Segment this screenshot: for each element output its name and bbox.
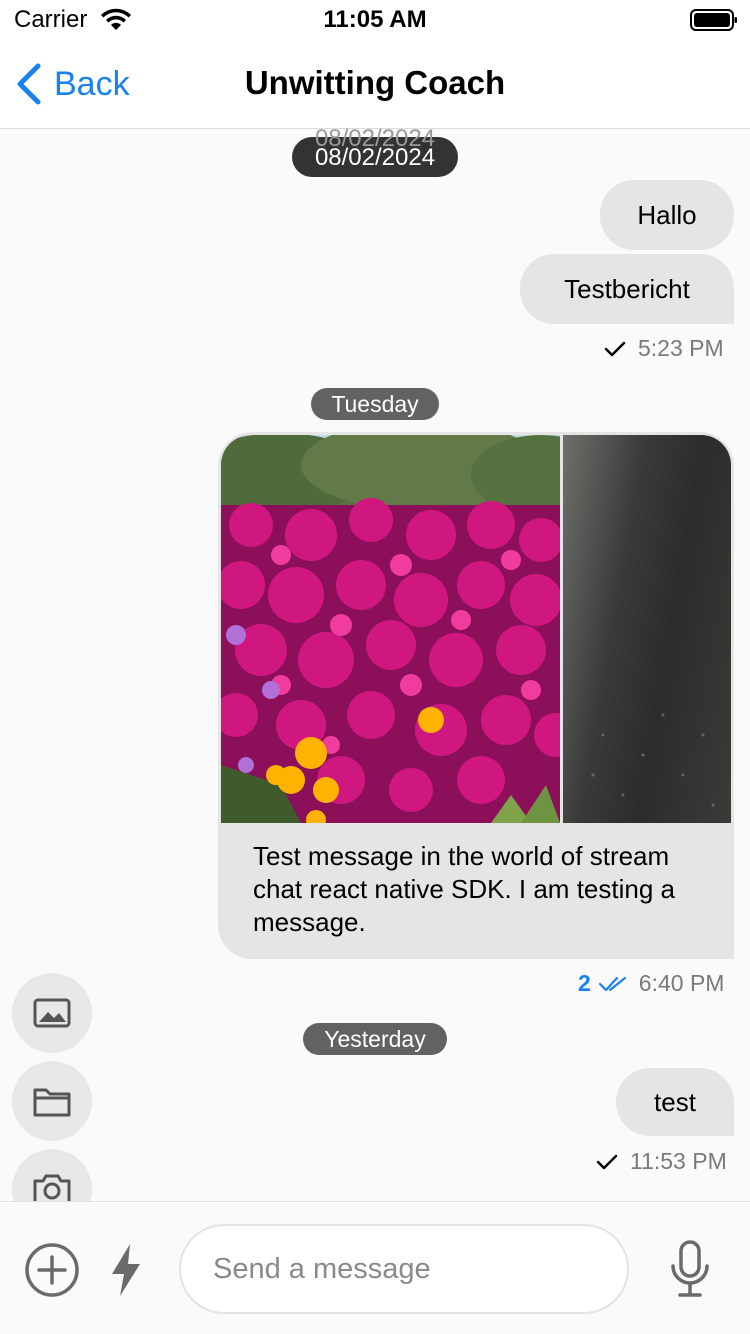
page-title: Unwitting Coach: [244, 64, 506, 101]
flower-photo-image: [221, 435, 560, 823]
status-time: 11:05 AM: [323, 6, 427, 33]
nav-bar: Back Unwitting Coach: [0, 40, 750, 129]
add-attachment-icon[interactable]: [24, 1242, 80, 1298]
date-separator-ghost: 08/02/2024: [314, 125, 436, 152]
message-bubble-test[interactable]: test: [616, 1068, 734, 1136]
message-bubble-testbericht[interactable]: Testbericht: [520, 254, 734, 324]
date-separator-tuesday: Tuesday: [311, 388, 439, 420]
date-separator-yesterday: Yesterday: [303, 1023, 447, 1055]
message-input[interactable]: [179, 1224, 629, 1314]
message-status: 11:53 PM: [596, 1148, 727, 1175]
double-check-icon: [598, 976, 626, 991]
status-bar: Carrier 11:05 AM: [0, 0, 750, 40]
message-time: 6:40 PM: [638, 970, 725, 996]
message-bubble-hallo[interactable]: Hallo: [600, 180, 734, 250]
message-status: 5:23 PM: [604, 335, 724, 362]
battery-icon: [690, 9, 737, 31]
message-text: test: [654, 1086, 696, 1117]
folder-icon: [33, 1088, 71, 1117]
check-icon: [596, 1154, 618, 1169]
second-photo[interactable]: [563, 435, 731, 823]
image-icon: [33, 998, 71, 1028]
message-time: 5:23 PM: [638, 335, 724, 361]
message-text: Testbericht: [564, 273, 690, 304]
message-status-read: 2 6:40 PM: [578, 970, 724, 997]
second-photo-image: [591, 713, 715, 807]
commands-lightning-icon[interactable]: [108, 1242, 144, 1298]
flower-photo[interactable]: [221, 435, 560, 823]
message-composer: [0, 1201, 750, 1334]
attach-file-button[interactable]: [12, 1061, 92, 1141]
message-text: Hallo: [637, 199, 697, 230]
image-message-bubble[interactable]: Test message in the world of stream chat…: [218, 432, 734, 959]
date-separator: 08/02/2024 08/02/2024: [292, 125, 458, 177]
check-icon: [604, 341, 626, 356]
read-count: 2: [578, 970, 591, 996]
message-time: 11:53 PM: [630, 1148, 727, 1174]
attach-image-button[interactable]: [12, 973, 92, 1053]
microphone-icon[interactable]: [668, 1240, 712, 1300]
message-text: Test message in the world of stream chat…: [253, 841, 675, 937]
